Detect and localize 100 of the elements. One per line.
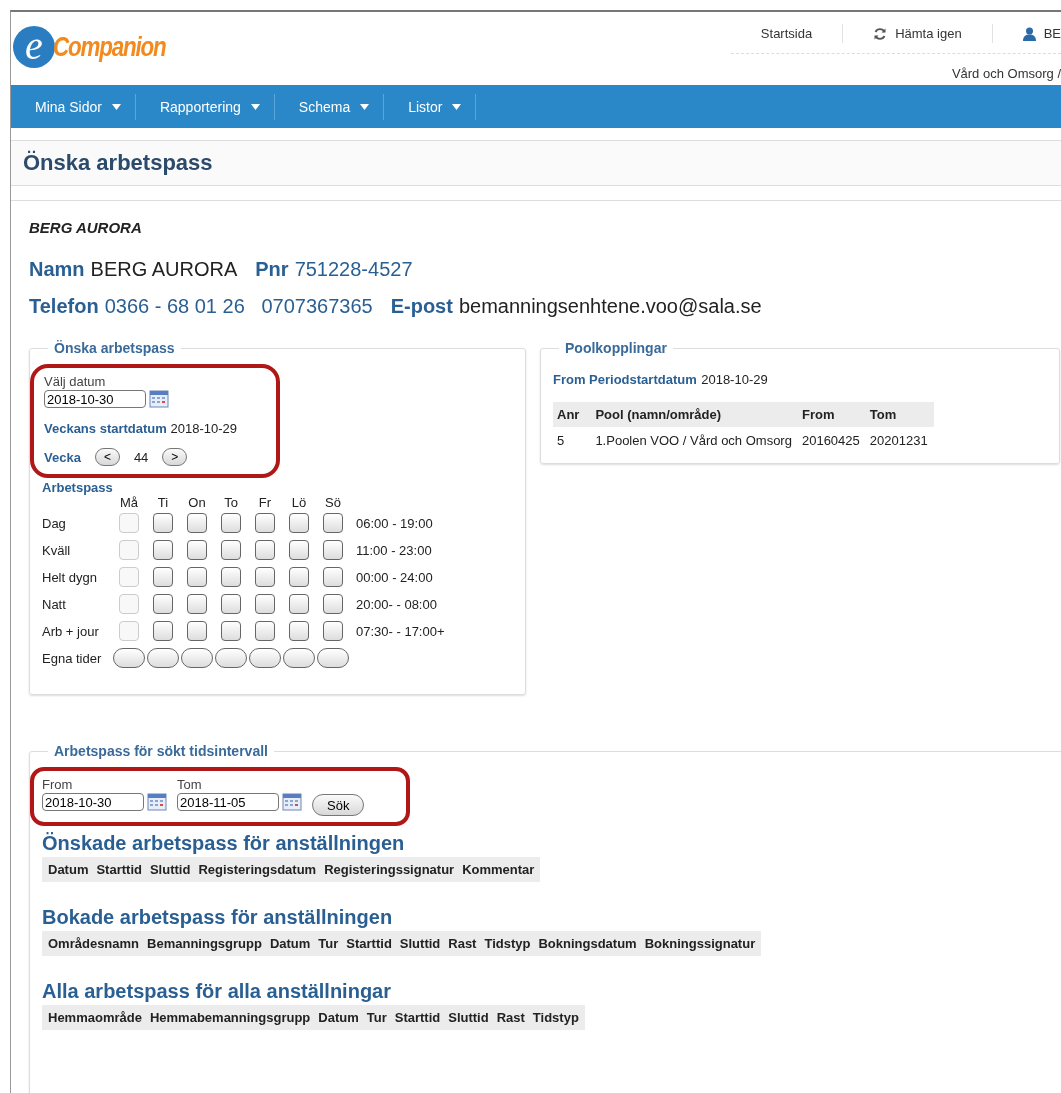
shift-checkbox[interactable] (221, 567, 241, 587)
column-header: Rast (496, 1010, 525, 1025)
search-button[interactable]: Sök (312, 794, 365, 816)
custom-time-button[interactable] (317, 648, 349, 668)
date-field[interactable]: 2018-10-30 (44, 390, 146, 408)
shift-checkbox[interactable] (323, 594, 343, 614)
panel-legend: Arbetspass för sökt tidsintervall (48, 743, 274, 759)
calendar-icon[interactable] (149, 389, 169, 409)
top-link[interactable]: Hämta igen (842, 24, 962, 43)
shift-checkbox[interactable] (153, 513, 173, 533)
refresh-icon (873, 26, 888, 41)
nav-menu[interactable]: Schema (274, 93, 385, 120)
field-value: 0366 - 68 01 26 0707367365 (104, 295, 373, 318)
shift-name: Helt dygn (42, 569, 98, 585)
page-title: Önska arbetspass (23, 150, 213, 176)
shift-name: Arb + jour (42, 623, 100, 639)
column-header: Tidstyp (484, 936, 531, 951)
field-label: Pnr (255, 258, 289, 281)
column-header: Tidstyp (532, 1010, 579, 1025)
user-icon (1022, 26, 1036, 41)
column-header: Hemmaområde (48, 1010, 142, 1025)
caret-icon (360, 103, 370, 110)
date-label: Välj datum (44, 374, 107, 389)
calendar-icon[interactable] (147, 792, 167, 812)
field-label: E-post (390, 295, 453, 318)
from-label: From (42, 777, 74, 792)
shift-checkbox[interactable] (221, 621, 241, 641)
shift-checkbox[interactable] (153, 567, 173, 587)
weekday-header: Må (118, 495, 140, 510)
to-date-field[interactable]: 2018-11-05 (177, 793, 279, 811)
weekday-header: Fr (257, 495, 273, 510)
column-header: Kommentar (462, 862, 535, 877)
custom-time-button[interactable] (113, 648, 145, 668)
column-header: Anr (553, 402, 592, 427)
nav-menu[interactable]: Rapportering (135, 93, 275, 120)
column-header: Registeringssignatur (324, 862, 455, 877)
shift-checkbox[interactable] (323, 513, 343, 533)
person-heading: BERG AURORA (29, 219, 143, 236)
shift-time: 20:00- - 08:00 (355, 596, 438, 612)
shift-checkbox[interactable] (153, 621, 173, 641)
nav-menu[interactable]: Listor (384, 93, 477, 120)
shift-checkbox[interactable] (289, 567, 309, 587)
shift-name: Dag (42, 515, 67, 531)
previous-week-button[interactable]: < (94, 448, 120, 466)
field-label: Namn (29, 258, 85, 281)
shift-checkbox[interactable] (221, 513, 241, 533)
shift-checkbox[interactable] (187, 540, 207, 560)
shift-checkbox[interactable] (323, 540, 343, 560)
table-cell: 20160425 (797, 427, 866, 454)
shift-checkbox[interactable] (187, 513, 207, 533)
caret-icon (250, 103, 260, 110)
calendar-icon[interactable] (282, 792, 302, 812)
column-header: Sluttid (448, 1010, 489, 1025)
shift-checkbox[interactable] (289, 540, 309, 560)
shift-checkbox[interactable] (255, 594, 275, 614)
shift-checkbox[interactable] (255, 621, 275, 641)
shift-checkbox[interactable] (323, 621, 343, 641)
shift-time: 07:30- - 17:00+ (355, 623, 446, 639)
shift-checkbox[interactable] (221, 594, 241, 614)
custom-time-button[interactable] (283, 648, 315, 668)
shift-checkbox[interactable] (255, 513, 275, 533)
column-header: Datum (269, 936, 311, 951)
shift-checkbox[interactable] (153, 594, 173, 614)
nav-menu[interactable]: Mina Sidor (11, 93, 136, 120)
next-week-button[interactable]: > (162, 448, 188, 466)
from-date-field[interactable]: 2018-10-30 (42, 793, 144, 811)
shift-checkbox[interactable] (289, 594, 309, 614)
field-value: bemanningsenhtene.voo@sala.se (458, 295, 762, 318)
shift-checkbox[interactable] (221, 540, 241, 560)
custom-time-button[interactable] (249, 648, 281, 668)
custom-time-button[interactable] (147, 648, 179, 668)
shift-name: Egna tider (42, 650, 103, 666)
column-header: Datum (318, 1010, 359, 1025)
top-link[interactable]: Startsida (730, 24, 813, 43)
section-heading: Bokade arbetspass för anställningen (42, 906, 394, 929)
logo-name: Companion (53, 31, 166, 63)
caret-icon (111, 103, 121, 110)
shift-checkbox[interactable] (323, 567, 343, 587)
shift-checkbox[interactable] (187, 567, 207, 587)
column-header: Bokningsdatum (538, 936, 637, 951)
shift-time: 11:00 - 23:00 (355, 542, 433, 558)
column-header: Rast (448, 936, 477, 951)
field-value: 751228-4527 (294, 258, 413, 281)
weekday-header: On (187, 495, 207, 510)
weekday-header: Ti (156, 495, 170, 510)
shifts-label: Arbetspass (42, 480, 114, 495)
custom-time-button[interactable] (181, 648, 213, 668)
shift-checkbox[interactable] (255, 540, 275, 560)
shift-checkbox[interactable] (187, 621, 207, 641)
shift-checkbox[interactable] (187, 594, 207, 614)
custom-time-button[interactable] (215, 648, 247, 668)
period-label: From Periodstartdatum (553, 372, 697, 387)
week-start-label: Veckans startdatum (44, 421, 167, 436)
caret-icon (452, 103, 462, 110)
shift-name: Kväll (42, 542, 72, 558)
shift-checkbox[interactable] (255, 567, 275, 587)
shift-checkbox[interactable] (153, 540, 173, 560)
shift-checkbox[interactable] (289, 513, 309, 533)
shift-checkbox[interactable] (289, 621, 309, 641)
top-link[interactable]: BE (991, 24, 1061, 43)
